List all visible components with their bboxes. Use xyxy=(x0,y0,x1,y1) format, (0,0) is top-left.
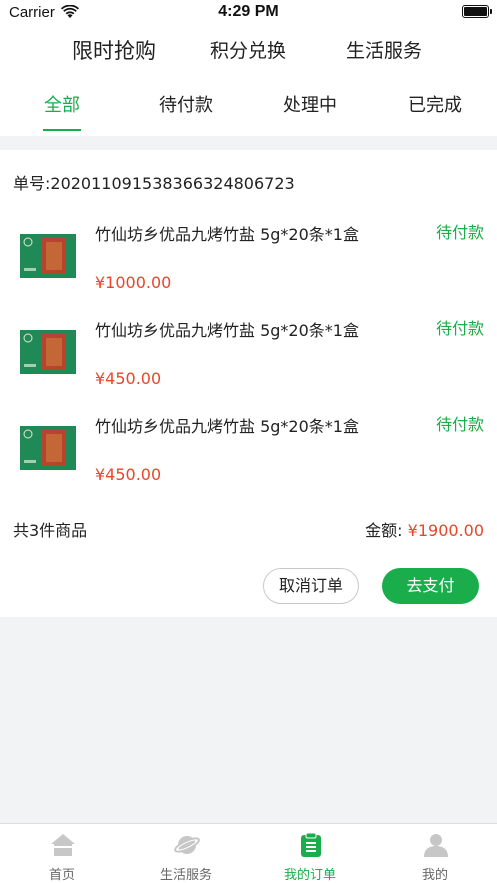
product-price: ¥1000.00 xyxy=(95,273,172,292)
tab-all[interactable]: 全部 xyxy=(0,91,124,117)
item-count: 共3件商品 xyxy=(13,521,88,540)
order-status-tabs: 全部 待付款 处理中 已完成 xyxy=(0,74,497,136)
order-summary: 共3件商品 金额: ¥1900.00 xyxy=(0,515,497,541)
list-item[interactable]: 竹仙坊乡优品九烤竹盐 5g*20条*1盒 待付款 ¥450.00 xyxy=(0,406,497,502)
order-total: 金额: ¥1900.00 xyxy=(365,517,484,541)
product-name: 竹仙坊乡优品九烤竹盐 5g*20条*1盒 xyxy=(95,417,359,436)
list-item[interactable]: 竹仙坊乡优品九烤竹盐 5g*20条*1盒 待付款 ¥1000.00 xyxy=(0,214,497,310)
pay-button[interactable]: 去支付 xyxy=(382,568,479,604)
product-name: 竹仙坊乡优品九烤竹盐 5g*20条*1盒 xyxy=(95,321,359,340)
product-price: ¥450.00 xyxy=(95,465,162,484)
top-nav-points-exchange[interactable]: 积分兑换 xyxy=(210,36,286,63)
bottom-tab-bar: 首页 生活服务 我的订单 我的 xyxy=(0,823,497,883)
product-price: ¥450.00 xyxy=(95,369,162,388)
cancel-order-button[interactable]: 取消订单 xyxy=(263,568,359,604)
tabbar-item-home[interactable]: 首页 xyxy=(0,824,124,883)
total-label: 金额: xyxy=(365,521,408,540)
status-badge: 待付款 xyxy=(435,223,484,242)
status-badge: 待付款 xyxy=(435,415,484,434)
tabbar-label: 我的订单 xyxy=(283,868,336,883)
total-amount: ¥1900.00 xyxy=(407,521,484,540)
tab-completed[interactable]: 已完成 xyxy=(373,91,497,117)
top-nav: 限时抢购 积分兑换 生活服务 xyxy=(0,26,497,74)
order-card: 单号:20201109153836632480​6723 竹仙坊乡优品九烤竹盐 … xyxy=(0,150,497,617)
order-number: 单号:20201109153836632480​6723 xyxy=(13,174,295,193)
tabbar-label: 生活服务 xyxy=(159,868,212,883)
active-tab-indicator xyxy=(43,129,81,131)
tabbar-label: 首页 xyxy=(48,868,75,883)
clipboard-icon xyxy=(301,832,321,857)
product-image xyxy=(20,234,76,278)
top-nav-flash-sale[interactable]: 限时抢购 xyxy=(72,35,156,65)
tabbar-item-life-services[interactable]: 生活服务 xyxy=(124,824,248,883)
product-name: 竹仙坊乡优品九烤竹盐 5g*20条*1盒 xyxy=(95,225,359,244)
top-nav-life-services[interactable]: 生活服务 xyxy=(346,36,422,63)
user-icon xyxy=(424,834,448,857)
product-image xyxy=(20,330,76,374)
product-image xyxy=(20,426,76,470)
tabbar-item-my-orders[interactable]: 我的订单 xyxy=(248,824,372,883)
tabbar-item-profile[interactable]: 我的 xyxy=(373,824,497,883)
list-item[interactable]: 竹仙坊乡优品九烤竹盐 5g*20条*1盒 待付款 ¥450.00 xyxy=(0,310,497,406)
status-bar: Carrier 4:29 PM xyxy=(0,0,497,26)
home-icon xyxy=(51,834,75,856)
status-badge: 待付款 xyxy=(435,319,484,338)
tabbar-label: 我的 xyxy=(421,868,448,883)
clock: 4:29 PM xyxy=(218,3,279,20)
planet-icon xyxy=(174,836,200,854)
tab-processing[interactable]: 处理中 xyxy=(248,91,372,117)
battery-icon xyxy=(462,5,492,18)
tab-pending-payment[interactable]: 待付款 xyxy=(124,91,248,117)
